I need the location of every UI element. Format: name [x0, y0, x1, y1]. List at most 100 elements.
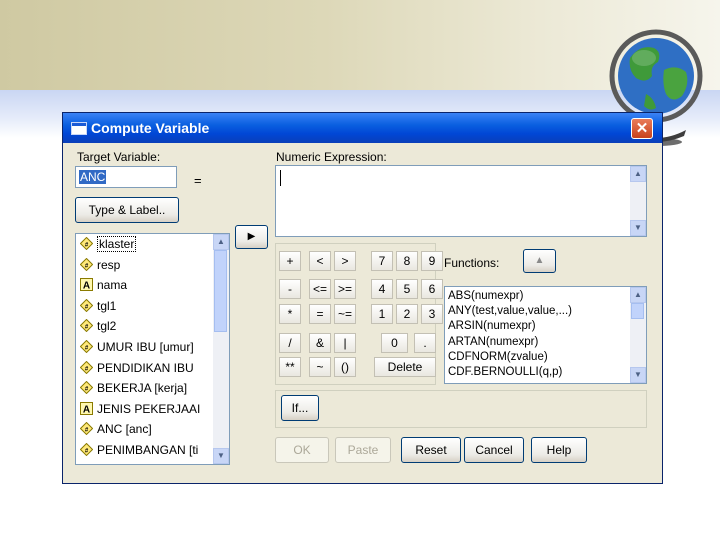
if-group: [275, 390, 647, 428]
list-item[interactable]: # ANC [anc]: [79, 422, 152, 442]
functions-list[interactable]: ABS(numexpr) ANY(test,value,value,...) ARS…: [444, 286, 647, 384]
target-variable-label: Target Variable:: [77, 150, 161, 164]
compute-variable-dialog: Compute Variable ✕ Target Variable: ANC …: [62, 112, 663, 484]
keypad-key[interactable]: 1: [371, 304, 393, 324]
scale-variable-icon: #: [79, 319, 94, 333]
numeric-expression-input[interactable]: ▲ ▼: [275, 165, 647, 237]
variable-label: PENIMBANGAN [ti: [97, 443, 199, 457]
list-item[interactable]: # BEKERJA [kerja]: [79, 380, 188, 401]
target-variable-input[interactable]: ANC: [75, 166, 177, 188]
cancel-button[interactable]: Cancel: [464, 437, 524, 463]
svg-text:A: A: [83, 281, 90, 292]
dialog-client-area: Target Variable: ANC = Type & Label.. Nu…: [63, 143, 662, 483]
move-to-expression-button[interactable]: ▶: [235, 225, 268, 249]
reset-button[interactable]: Reset: [401, 437, 461, 463]
keypad-key[interactable]: &: [309, 333, 331, 353]
keypad-key[interactable]: 2: [396, 304, 418, 324]
chevron-down-icon[interactable]: ▼: [630, 220, 646, 236]
keypad-key[interactable]: =: [309, 304, 331, 324]
scale-variable-icon: #: [79, 339, 94, 354]
list-item[interactable]: Anama: [80, 278, 127, 298]
string-variable-icon: A: [80, 401, 93, 415]
list-item[interactable]: # tgl2: [79, 319, 117, 339]
variable-label: ANC [anc]: [97, 422, 152, 437]
variable-label: tgl1: [97, 298, 117, 313]
ok-button[interactable]: OK: [275, 437, 329, 463]
scale-variable-icon: #: [79, 360, 94, 374]
variable-label: resp: [97, 257, 121, 272]
equals-sign: =: [194, 173, 202, 188]
paste-button[interactable]: Paste: [335, 437, 391, 463]
type-label-button[interactable]: Type & Label..: [75, 197, 179, 223]
scale-variable-icon: #: [79, 422, 94, 436]
keypad-key[interactable]: /: [279, 333, 301, 353]
function-item[interactable]: CDF.BERNOULLI(q,p): [448, 366, 562, 380]
functions-up-button[interactable]: ▲: [523, 249, 556, 273]
scale-variable-icon: #: [79, 298, 94, 313]
keypad-key[interactable]: ~: [309, 357, 331, 377]
keypad-key[interactable]: |: [334, 333, 356, 353]
keypad-key[interactable]: *: [279, 304, 301, 324]
list-item[interactable]: # tgl1: [79, 298, 117, 319]
keypad-key[interactable]: .: [414, 333, 436, 353]
delete-key[interactable]: Delete: [374, 357, 436, 377]
chevron-up-icon[interactable]: ▲: [213, 234, 229, 250]
list-item[interactable]: # PENDIDIKAN IBU: [79, 360, 194, 381]
list-item[interactable]: # PENIMBANGAN [ti: [79, 442, 199, 463]
help-button[interactable]: Help: [531, 437, 587, 463]
keypad-key[interactable]: (): [334, 357, 356, 377]
keypad-key[interactable]: 5: [396, 279, 418, 299]
keypad-key[interactable]: 7: [371, 251, 393, 271]
keypad-key[interactable]: 0: [381, 333, 408, 353]
text-caret: [280, 170, 281, 186]
keypad-key[interactable]: >: [334, 251, 356, 271]
keypad-key[interactable]: <: [309, 251, 331, 271]
function-item[interactable]: ABS(numexpr): [448, 290, 523, 304]
list-item[interactable]: # klaster: [79, 236, 137, 257]
scrollbar-thumb[interactable]: [631, 303, 644, 319]
keypad-key[interactable]: 8: [396, 251, 418, 271]
scale-variable-icon: #: [79, 257, 94, 271]
list-item[interactable]: # resp: [79, 257, 121, 278]
list-item[interactable]: A JENIS PEKERJAAI: [80, 401, 201, 422]
svg-text:A: A: [83, 404, 90, 415]
keypad-key[interactable]: 4: [371, 279, 393, 299]
function-item[interactable]: ARTAN(numexpr): [448, 336, 538, 350]
keypad-key[interactable]: >=: [334, 279, 356, 299]
scale-variable-icon: #: [79, 442, 94, 457]
variable-label: BEKERJA [kerja]: [97, 381, 188, 396]
scale-variable-icon: #: [79, 236, 94, 251]
variable-list-scrollbar[interactable]: ▲ ▼: [213, 234, 229, 464]
numeric-expression-label: Numeric Expression:: [276, 150, 387, 164]
keypad-key[interactable]: **: [279, 357, 301, 377]
variable-label: tgl2: [97, 319, 117, 334]
keypad-key[interactable]: ~=: [334, 304, 356, 324]
expression-scrollbar[interactable]: ▲ ▼: [630, 166, 646, 236]
variable-label: UMUR IBU [umur]: [97, 340, 194, 354]
variable-list[interactable]: # klaster # resp Anama # tgl1 # tgl2 # UMUR IBU [u…: [75, 233, 230, 465]
chevron-up-icon[interactable]: ▲: [630, 287, 646, 303]
chevron-up-icon[interactable]: ▲: [630, 166, 646, 182]
variable-label: JENIS PEKERJAAI: [97, 401, 201, 416]
keypad-key[interactable]: 3: [421, 304, 443, 324]
function-item[interactable]: ANY(test,value,value,...): [448, 305, 572, 319]
function-item[interactable]: CDFNORM(zvalue): [448, 351, 548, 365]
chevron-down-icon[interactable]: ▼: [630, 367, 646, 383]
close-button[interactable]: ✕: [631, 118, 653, 139]
functions-list-scrollbar[interactable]: ▲ ▼: [630, 287, 646, 383]
scrollbar-thumb[interactable]: [214, 250, 227, 332]
dialog-title: Compute Variable: [91, 120, 210, 136]
keypad-key[interactable]: -: [279, 279, 301, 299]
chevron-down-icon[interactable]: ▼: [213, 448, 229, 464]
if-button[interactable]: If...: [281, 395, 319, 421]
keypad-key[interactable]: 9: [421, 251, 443, 271]
keypad-key[interactable]: 6: [421, 279, 443, 299]
function-item[interactable]: ARSIN(numexpr): [448, 320, 536, 334]
keypad-key[interactable]: <=: [309, 279, 331, 299]
variable-label: nama: [97, 278, 128, 293]
string-variable-icon: A: [80, 278, 93, 292]
title-bar[interactable]: Compute Variable ✕: [63, 113, 662, 143]
variable-label: PENDIDIKAN IBU: [97, 360, 194, 375]
list-item[interactable]: # UMUR IBU [umur]: [79, 339, 194, 360]
keypad-key[interactable]: +: [279, 251, 301, 271]
